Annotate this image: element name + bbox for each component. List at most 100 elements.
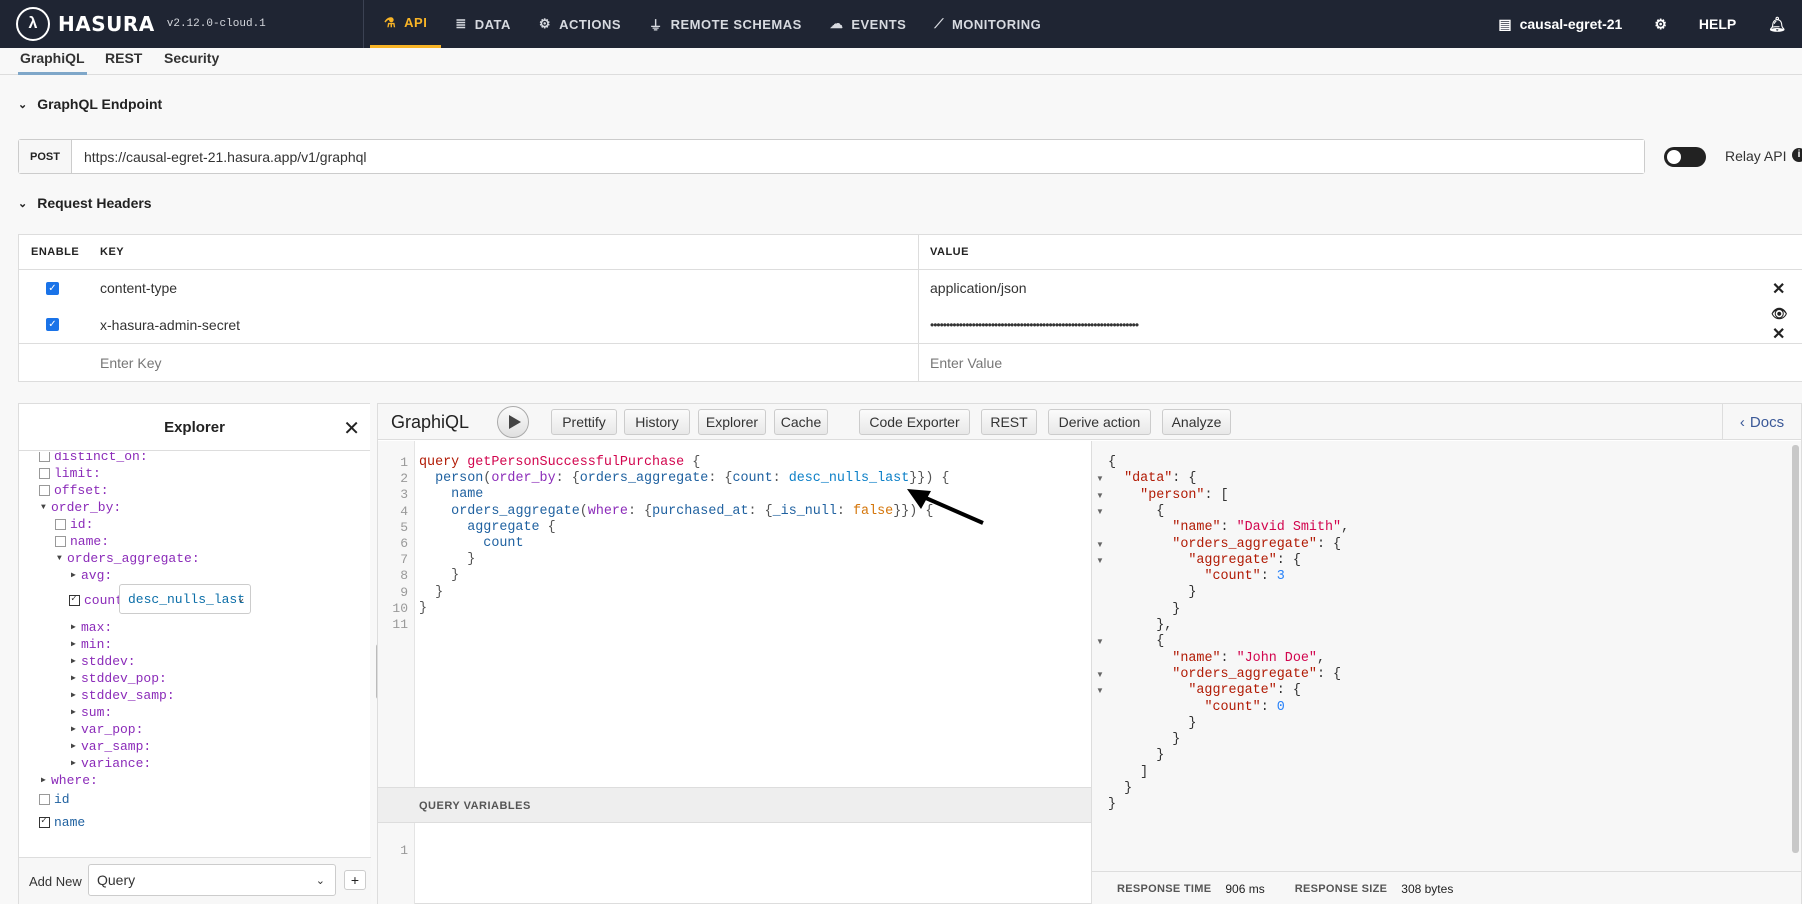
result-line: } [1108,748,1165,764]
graphql-endpoint-toggle[interactable]: ⌄ GraphQL Endpoint [18,96,162,112]
new-key-input[interactable]: Enter Key [100,344,161,382]
explorer-button[interactable]: Explorer [698,409,766,435]
caret-right-icon: ▶ [71,657,76,666]
info-icon[interactable]: i [1792,148,1802,162]
tree-arg-min[interactable]: ▶ min: [71,636,112,652]
result-scrollbar[interactable] [1792,445,1799,853]
nav-tab-events[interactable]: ☁ EVENTS [816,0,921,48]
tree-arg-var-pop[interactable]: ▶ var_pop: [71,721,143,737]
nav-tab-api[interactable]: ⚗ API [370,0,442,48]
derive-action-button[interactable]: Derive action [1048,409,1151,435]
code-token: _is_null [772,503,837,519]
response-time-label: RESPONSE TIME [1117,882,1212,895]
tree-arg-order-by[interactable]: ▼ order_by: [41,499,121,515]
nav-tab-label: DATA [474,16,511,32]
tab-rest[interactable]: REST [105,48,142,75]
nav-tab-monitoring[interactable]: ⟋ MONITORING [920,0,1055,48]
gear-icon: ⚙ [1654,15,1667,32]
project-switcher[interactable]: ▤ causal-egret-21 [1482,0,1638,48]
docs-button[interactable]: ‹ Docs [1722,404,1801,440]
nav-tab-actions[interactable]: ⚙ ACTIONS [525,0,635,48]
tree-arg-avg[interactable]: ▶ avg: [71,567,112,583]
tree-arg-id[interactable]: id: [55,516,93,532]
nav-tab-data[interactable]: ≣ DATA [441,0,525,48]
code-token: : [772,471,789,487]
fold-caret-icon[interactable]: ▼ [1096,474,1104,483]
fold-caret-icon[interactable]: ▼ [1096,540,1104,549]
tree-arg-offset[interactable]: offset: [39,482,109,498]
tree-arg-name[interactable]: name: [55,533,109,549]
rest-button[interactable]: REST [981,409,1037,435]
history-button[interactable]: History [624,409,690,435]
tree-arg-stddev[interactable]: ▶ stddev: [71,653,136,669]
result-line: "orders_aggregate": { [1172,666,1342,682]
cache-button[interactable]: Cache [774,409,828,435]
enable-checkbox[interactable]: ✓ [46,270,59,306]
tree-arg-sum[interactable]: ▶ sum: [71,704,112,720]
header-key[interactable]: content-type [100,270,177,306]
remove-header-button[interactable]: ✕ [1772,324,1785,344]
order-by-count-select[interactable]: desc_nulls_last ⌄ [119,584,251,614]
enable-checkbox[interactable]: ✓ [46,306,59,343]
tree-field-id[interactable]: id [39,791,70,807]
request-headers-toggle[interactable]: ⌄ Request Headers [18,195,152,211]
tree-arg-distinct-on[interactable]: distinct_on: [39,452,148,464]
code-token: } [451,568,460,584]
brand[interactable]: λ HASURA v2.12.0-cloud.1 [16,6,266,42]
tree-field-name[interactable]: name [39,814,85,830]
tree-arg-stddev-samp[interactable]: ▶ stddev_samp: [71,687,175,703]
add-operation-button[interactable]: + [344,870,366,890]
tree-arg-var-samp[interactable]: ▶ var_samp: [71,738,151,754]
code-line: orders_aggregate(where: {purchased_at: {… [419,504,933,519]
tree-arg-variance[interactable]: ▶ variance: [71,755,151,771]
analyze-button[interactable]: Analyze [1162,409,1231,435]
remove-header-button[interactable]: ✕ [1772,279,1785,299]
notifications-button[interactable]: 🔔︎ [1752,0,1802,48]
tree-label: order_by: [51,499,122,515]
checkbox-icon [39,793,50,805]
query-variables-header[interactable]: QUERY VARIABLES [378,787,1091,823]
show-secret-eye-icon[interactable]: 👁︎ [1771,306,1788,322]
help-button[interactable]: HELP [1683,0,1752,48]
endpoint-url-input[interactable] [72,140,1644,173]
tab-security[interactable]: Security [164,48,219,75]
tree-arg-orders-aggregate[interactable]: ▼ orders_aggregate: [57,550,200,566]
tree-arg-max[interactable]: ▶ max: [71,619,112,635]
tree-arg-where[interactable]: ▶ where: [41,772,98,788]
chevron-down-icon: ⌄ [315,874,325,887]
annotation-arrow-icon [907,489,984,525]
select-value: Query [97,872,136,888]
tree-arg-stddev-pop[interactable]: ▶ stddev_pop: [71,670,167,686]
fold-caret-icon[interactable]: ▼ [1096,670,1104,679]
header-key[interactable]: x-hasura-admin-secret [100,306,240,343]
close-icon[interactable]: ✕ [343,416,360,441]
code-exporter-button[interactable]: Code Exporter [859,409,970,435]
execute-query-button[interactable] [497,406,529,438]
header-value-masked[interactable]: ••••••••••••••••••••••••••••••••••••••••… [930,306,1139,343]
prettify-button[interactable]: Prettify [551,409,617,435]
nav-tab-remote-schemas[interactable]: ⏚ REMOTE SCHEMAS [635,0,816,48]
fold-caret-icon[interactable]: ▼ [1096,556,1104,565]
code-line: } [419,552,475,567]
fold-caret-icon[interactable]: ▼ [1096,686,1104,695]
line-number: 8 [400,568,408,584]
settings-button[interactable]: ⚙ [1638,0,1683,48]
tree-arg-limit[interactable]: limit: [39,465,101,481]
result-line: } [1108,601,1181,617]
checkbox-checked-icon [69,593,80,606]
fold-caret-icon[interactable]: ▼ [1096,507,1104,516]
relay-api-toggle[interactable] [1664,147,1706,167]
chevron-down-icon: ⌄ [18,197,28,210]
result-line: "name": "John Doe", [1172,650,1325,666]
code-token: count [732,471,773,487]
operation-type-select[interactable]: Query ⌄ [88,864,336,896]
header-value[interactable]: application/json [930,270,1027,306]
graphiql-title: GraphiQL [391,412,470,432]
result-line: "aggregate": { [1188,552,1301,568]
fold-caret-icon[interactable]: ▼ [1096,637,1104,646]
tab-graphiql[interactable]: GraphiQL [18,48,87,75]
fold-caret-icon[interactable]: ▼ [1096,491,1104,500]
new-value-input[interactable]: Enter Value [930,344,1002,382]
caret-right-icon: ▶ [71,640,76,649]
